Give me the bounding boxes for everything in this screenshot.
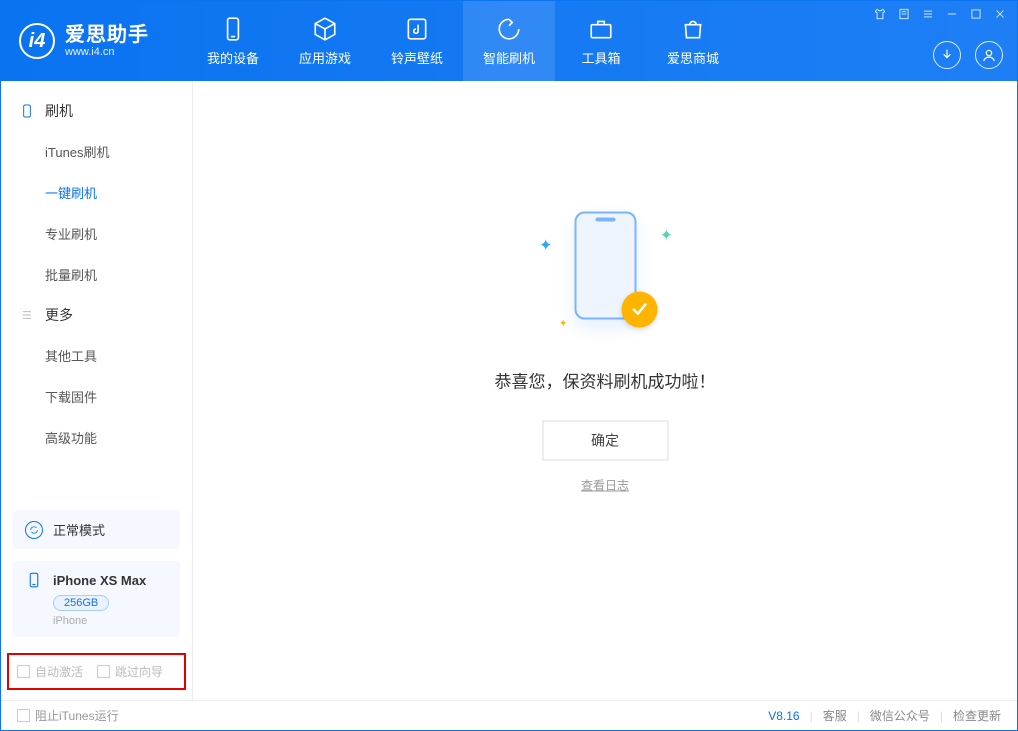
wechat-link[interactable]: 微信公众号 xyxy=(870,707,930,724)
refresh-icon xyxy=(496,16,522,42)
sidebar: 刷机 iTunes刷机 一键刷机 专业刷机 批量刷机 更多 其他工具 下载固件 … xyxy=(1,81,193,700)
success-message: 恭喜您，保资料刷机成功啦！ xyxy=(495,368,716,393)
user-button[interactable] xyxy=(975,41,1003,69)
music-icon xyxy=(404,16,430,42)
logo-icon: i4 xyxy=(19,23,55,59)
logo-text: 爱思助手 www.i4.cn xyxy=(65,24,149,58)
capacity-badge: 256GB xyxy=(53,595,109,611)
tab-label: 铃声壁纸 xyxy=(391,48,443,67)
briefcase-icon xyxy=(588,16,614,42)
tab-label: 智能刷机 xyxy=(483,48,535,67)
highlight-box: 自动激活 跳过向导 xyxy=(7,653,186,690)
sidebar-item-itunes-flash[interactable]: iTunes刷机 xyxy=(1,131,192,172)
tab-ringtone[interactable]: 铃声壁纸 xyxy=(371,1,463,81)
sidebar-group-flash[interactable]: 刷机 xyxy=(1,91,192,131)
success-illustration: ✦ ✦ ✦ xyxy=(525,212,685,342)
checkbox-auto-activate[interactable]: 自动激活 xyxy=(17,663,83,680)
device-icon xyxy=(19,103,35,119)
tab-apps[interactable]: 应用游戏 xyxy=(279,1,371,81)
sparkle-icon: ✦ xyxy=(559,319,567,330)
logo-title: 爱思助手 xyxy=(65,24,149,46)
group-label: 刷机 xyxy=(45,101,73,121)
download-button[interactable] xyxy=(933,41,961,69)
device-card[interactable]: iPhone XS Max 256GB iPhone xyxy=(13,561,180,637)
header: i4 爱思助手 www.i4.cn 我的设备 应用游戏 铃声壁纸 智能刷机 工具… xyxy=(1,1,1017,81)
tab-label: 我的设备 xyxy=(207,48,259,67)
sidebar-group-more[interactable]: 更多 xyxy=(1,295,192,335)
tab-label: 爱思商城 xyxy=(667,48,719,67)
check-update-link[interactable]: 检查更新 xyxy=(953,707,1001,724)
checkbox-icon xyxy=(17,709,30,722)
group-label: 更多 xyxy=(45,305,73,325)
sidebar-item-batch-flash[interactable]: 批量刷机 xyxy=(1,254,192,295)
tab-my-device[interactable]: 我的设备 xyxy=(187,1,279,81)
checkmark-badge-icon xyxy=(621,292,657,328)
window-controls xyxy=(873,7,1007,24)
content-area: ✦ ✦ ✦ 恭喜您，保资料刷机成功啦！ 确定 查看日志 xyxy=(193,81,1017,700)
device-mode-card[interactable]: 正常模式 xyxy=(13,510,180,549)
sidebar-item-one-click-flash[interactable]: 一键刷机 xyxy=(1,172,192,213)
checkbox-label: 自动激活 xyxy=(35,663,83,680)
device-type: iPhone xyxy=(53,615,168,627)
logo[interactable]: i4 爱思助手 www.i4.cn xyxy=(1,1,167,81)
phone-icon xyxy=(220,16,246,42)
sidebar-item-pro-flash[interactable]: 专业刷机 xyxy=(1,213,192,254)
logo-subtitle: www.i4.cn xyxy=(65,46,149,58)
view-log-link[interactable]: 查看日志 xyxy=(581,479,629,493)
tab-toolbox[interactable]: 工具箱 xyxy=(555,1,647,81)
menu-icon[interactable] xyxy=(921,7,935,24)
note-icon[interactable] xyxy=(897,7,911,24)
sidebar-item-other-tools[interactable]: 其他工具 xyxy=(1,335,192,376)
mode-label: 正常模式 xyxy=(53,520,105,539)
checkbox-label: 阻止iTunes运行 xyxy=(35,707,119,724)
tab-label: 工具箱 xyxy=(581,48,620,67)
version-label: V8.16 xyxy=(768,709,799,723)
close-icon[interactable] xyxy=(993,7,1007,24)
cube-icon xyxy=(312,16,338,42)
footer: 阻止iTunes运行 V8.16 | 客服 | 微信公众号 | 检查更新 xyxy=(1,700,1017,730)
checkbox-block-itunes[interactable]: 阻止iTunes运行 xyxy=(17,707,119,724)
header-actions xyxy=(933,41,1003,69)
confirm-button[interactable]: 确定 xyxy=(542,421,668,461)
bag-icon xyxy=(680,16,706,42)
sparkle-icon: ✦ xyxy=(539,236,552,256)
checkbox-skip-guide[interactable]: 跳过向导 xyxy=(97,663,163,680)
checkbox-icon xyxy=(17,665,30,678)
maximize-icon[interactable] xyxy=(969,7,983,24)
sidebar-item-download-firmware[interactable]: 下载固件 xyxy=(1,376,192,417)
support-link[interactable]: 客服 xyxy=(823,707,847,724)
tab-label: 应用游戏 xyxy=(299,48,351,67)
sync-icon xyxy=(25,521,43,539)
tab-store[interactable]: 爱思商城 xyxy=(647,1,739,81)
phone-icon xyxy=(25,571,43,589)
nav-tabs: 我的设备 应用游戏 铃声壁纸 智能刷机 工具箱 爱思商城 xyxy=(187,1,739,81)
minimize-icon[interactable] xyxy=(945,7,959,24)
sidebar-item-advanced[interactable]: 高级功能 xyxy=(1,417,192,458)
shirt-icon[interactable] xyxy=(873,7,887,24)
list-icon xyxy=(19,307,35,323)
sparkle-icon: ✦ xyxy=(660,226,673,246)
checkbox-icon xyxy=(97,665,110,678)
device-name: iPhone XS Max xyxy=(53,573,146,588)
tab-smart-flash[interactable]: 智能刷机 xyxy=(463,1,555,81)
checkbox-label: 跳过向导 xyxy=(115,663,163,680)
